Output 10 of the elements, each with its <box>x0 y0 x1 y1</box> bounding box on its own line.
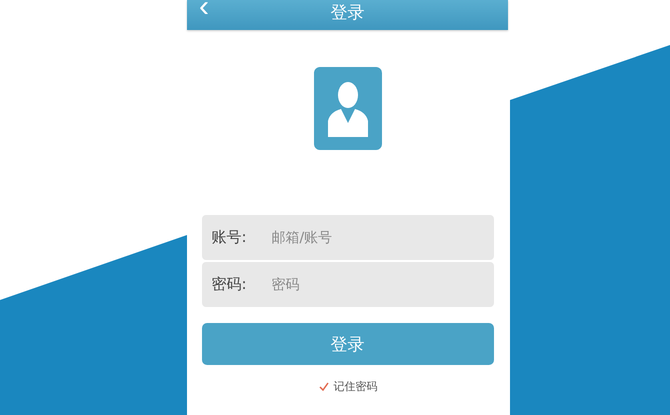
remember-label: 记住密码 <box>334 379 378 394</box>
input-field[interactable]: 密码 <box>270 276 494 294</box>
input-field[interactable]: 邮箱/账号 <box>270 228 494 246</box>
field-label: 账号: <box>212 228 248 247</box>
text-field[interactable]: 密码: 密码 <box>202 262 494 307</box>
remember-checkbox[interactable] <box>318 380 330 392</box>
page-title: 登录 <box>330 5 364 22</box>
text-field[interactable]: 账号: 邮箱/账号 <box>202 215 494 260</box>
field-label: 密码: <box>212 275 248 294</box>
user-avatar-icon <box>314 67 382 150</box>
